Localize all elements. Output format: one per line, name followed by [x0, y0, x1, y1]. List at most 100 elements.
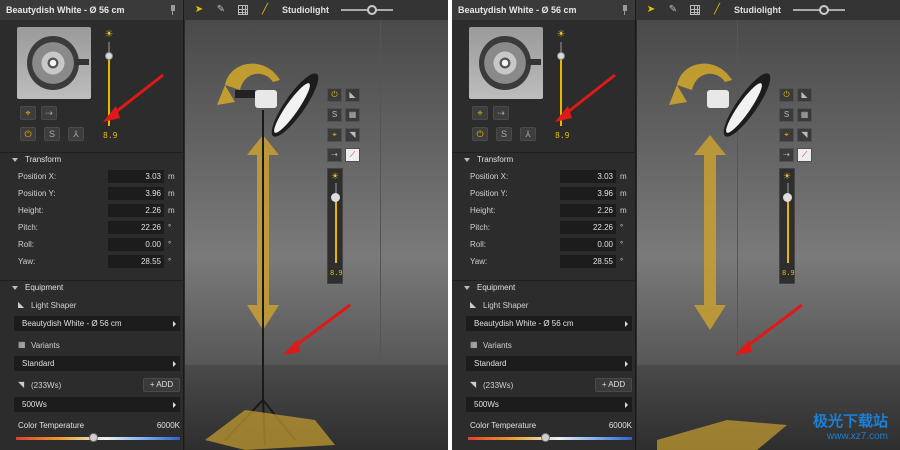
grid-toggle-icon[interactable] [690, 5, 700, 15]
roll-row: Roll: 0.00 ° [470, 238, 630, 251]
subhead-text: Variants [31, 340, 60, 350]
target-icon[interactable]: ⌖ [779, 128, 794, 142]
solo-button[interactable]: S [779, 108, 794, 122]
power-icon[interactable]: ⏻ [327, 88, 342, 102]
roll-input[interactable]: 0.00 [108, 238, 164, 251]
slider-knob[interactable] [783, 193, 792, 202]
slider-knob[interactable] [367, 5, 377, 15]
position-y-input[interactable]: 3.96 [108, 187, 164, 200]
3d-viewport[interactable]: ⏻ ◣ S ▦ ⌖ ◥ ⇢ ⟋ ☀ 8.9 极光下载站 www.xz7.com [637, 20, 900, 450]
power-icon[interactable]: ⏻ [779, 88, 794, 102]
transform-section-header[interactable]: Transform [0, 152, 184, 166]
solo-button[interactable]: S [496, 127, 512, 141]
slider-knob[interactable] [819, 5, 829, 15]
grid-toggle-icon[interactable] [238, 5, 248, 15]
line-tool-icon[interactable]: ╱ [712, 5, 722, 15]
subhead-text: (233Ws) [483, 380, 514, 390]
light-shaper-icon[interactable]: ◣ [345, 88, 360, 102]
color-temperature-slider[interactable] [16, 437, 180, 440]
grid-icon[interactable]: ▦ [797, 108, 812, 122]
power-button[interactable]: ⏻ [472, 127, 488, 141]
add-button[interactable]: + ADD [143, 378, 180, 392]
move-to-light-icon[interactable]: ⇢ [779, 148, 794, 162]
equipment-section-header[interactable]: Equipment [0, 280, 184, 294]
light-shaper-icon[interactable]: ◣ [797, 88, 812, 102]
position-x-input[interactable]: 3.03 [108, 170, 164, 183]
grid-icon: ▦ [470, 340, 478, 349]
power-dropdown[interactable]: 500Ws [14, 397, 180, 412]
prop-unit: m [168, 206, 175, 215]
flash-head-icon[interactable]: ◥ [797, 128, 812, 142]
roll-input[interactable]: 0.00 [560, 238, 616, 251]
yaw-input[interactable]: 28.55 [560, 255, 616, 268]
color-temperature-slider[interactable] [468, 437, 632, 440]
light-shaper-dropdown[interactable]: Beautydish White - Ø 56 cm [466, 316, 632, 331]
variants-dropdown[interactable]: Standard [14, 356, 180, 371]
intensity-slider[interactable]: ☀ [104, 30, 114, 126]
studiolight-slider[interactable] [793, 5, 845, 15]
power-button[interactable]: ⏻ [20, 127, 36, 141]
pointer-icon[interactable]: ➤ [646, 5, 656, 15]
disable-icon[interactable]: ⟋ [345, 148, 360, 162]
rotate-gizmo-left[interactable] [225, 63, 280, 90]
dropdown-value: 500Ws [474, 400, 499, 409]
power-dropdown[interactable]: 500Ws [466, 397, 632, 412]
solo-button[interactable]: S [327, 108, 342, 122]
pitch-input[interactable]: 22.26 [108, 221, 164, 234]
equipment-section-header[interactable]: Equipment [452, 280, 636, 294]
intensity-slider[interactable]: ☀ [556, 30, 566, 126]
rotate-gizmo-left[interactable] [677, 63, 732, 90]
light-shaper-dropdown[interactable]: Beautydish White - Ø 56 cm [14, 316, 180, 331]
pitch-input[interactable]: 22.26 [560, 221, 616, 234]
3d-viewport[interactable]: ⏻ ◣ S ▦ ⌖ ◥ ⇢ ⟋ ☀ 8.9 [185, 20, 448, 450]
line-tool-icon[interactable]: ╱ [260, 5, 270, 15]
section-title: Equipment [477, 283, 516, 292]
floor-gizmo[interactable] [657, 420, 787, 450]
height-input[interactable]: 2.26 [108, 204, 164, 217]
pointer-icon[interactable]: ➤ [194, 5, 204, 15]
position-y-input[interactable]: 3.96 [560, 187, 616, 200]
position-x-row: Position X: 3.03 m [470, 170, 630, 183]
yaw-input[interactable]: 28.55 [108, 255, 164, 268]
color-temp-label: Color Temperature [18, 421, 85, 430]
target-icon[interactable]: ⌖ [20, 106, 36, 120]
pin-icon[interactable] [169, 5, 177, 15]
variants-dropdown[interactable]: Standard [466, 356, 632, 371]
rotate-gizmo-head[interactable] [669, 85, 687, 105]
tripod-button[interactable]: ⅄ [68, 127, 84, 141]
rotate-gizmo-head[interactable] [217, 85, 235, 105]
pin-icon[interactable] [621, 5, 629, 15]
light-stand-scene[interactable] [637, 20, 900, 450]
solo-button[interactable]: S [44, 127, 60, 141]
slider-knob[interactable] [557, 52, 565, 60]
grid-icon[interactable]: ▦ [345, 108, 360, 122]
measure-icon[interactable]: ✎ [668, 5, 678, 15]
move-to-light-icon[interactable]: ⇢ [327, 148, 342, 162]
add-button[interactable]: + ADD [595, 378, 632, 392]
position-x-input[interactable]: 3.03 [560, 170, 616, 183]
floor-gizmo[interactable] [205, 410, 335, 450]
intensity-slider[interactable]: ☀ 8.9 [779, 168, 795, 284]
disable-icon[interactable]: ⟋ [797, 148, 812, 162]
slider-knob[interactable] [105, 52, 113, 60]
target-icon[interactable]: ⌖ [472, 106, 488, 120]
height-gizmo-arrow[interactable] [694, 135, 726, 330]
pitch-row: Pitch: 22.26 ° [18, 221, 178, 234]
transform-section-header[interactable]: Transform [452, 152, 636, 166]
chevron-right-icon [173, 402, 176, 408]
color-temp-knob[interactable] [541, 433, 550, 442]
height-input[interactable]: 2.26 [560, 204, 616, 217]
target-icon[interactable]: ⌖ [327, 128, 342, 142]
studiolight-slider[interactable] [341, 5, 393, 15]
intensity-value: 8.9 [555, 131, 570, 140]
measure-icon[interactable]: ✎ [216, 5, 226, 15]
slider-knob[interactable] [331, 193, 340, 202]
flash-head-icon[interactable]: ◥ [345, 128, 360, 142]
move-to-light-icon[interactable]: ⇢ [41, 106, 57, 120]
light-stand-scene[interactable] [185, 20, 448, 450]
move-to-light-icon[interactable]: ⇢ [493, 106, 509, 120]
dropdown-value: Beautydish White - Ø 56 cm [474, 319, 574, 328]
color-temp-knob[interactable] [89, 433, 98, 442]
tripod-button[interactable]: ⅄ [520, 127, 536, 141]
intensity-slider[interactable]: ☀ 8.9 [327, 168, 343, 284]
